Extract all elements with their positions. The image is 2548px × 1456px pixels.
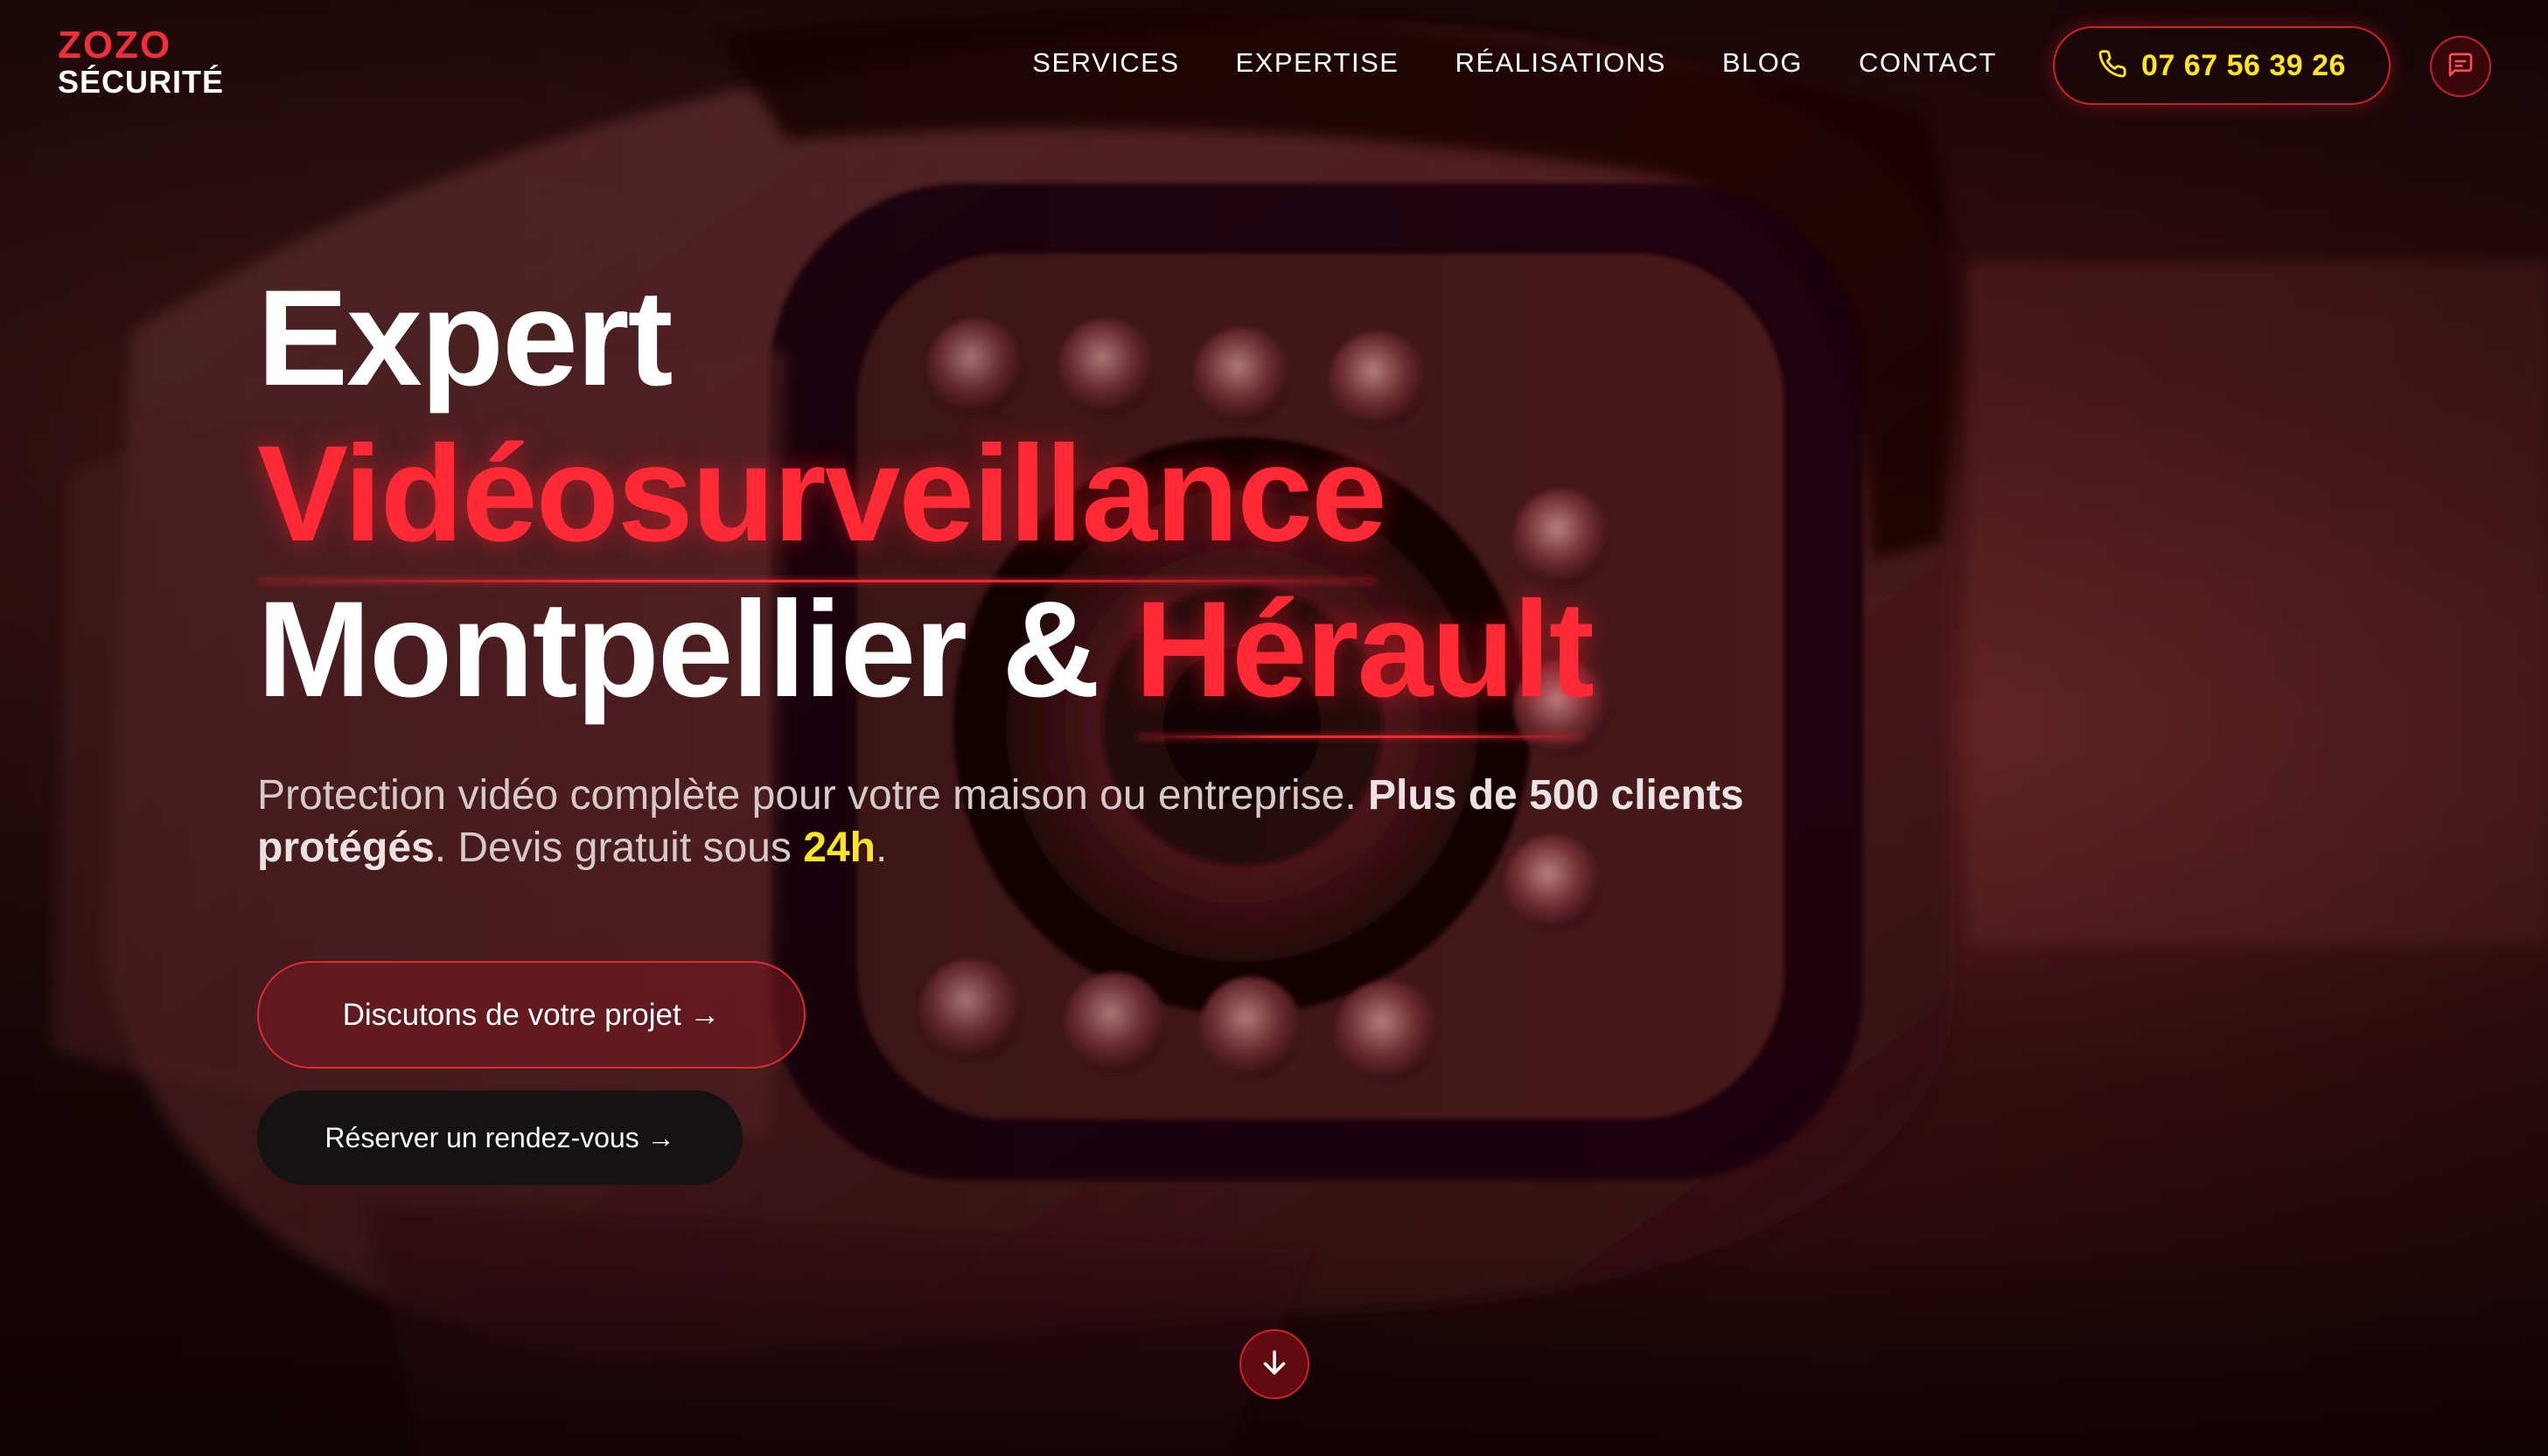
phone-number: 07 67 56 39 26 xyxy=(2141,48,2346,82)
hero-title-line2: Vidéosurveillance xyxy=(257,416,1593,582)
hero-subtitle-delay: 24h xyxy=(803,825,876,871)
hero-title-location: Montpellier & xyxy=(257,574,1135,726)
hero-title: Expert Vidéosurveillance Montpellier & H… xyxy=(257,261,1595,738)
nav-item-realisations[interactable]: RÉALISATIONS xyxy=(1455,47,1665,79)
hero-title-highlight: Vidéosurveillance xyxy=(257,418,1387,582)
hero-subtitle-part2: . Devis gratuit sous xyxy=(434,825,804,871)
logo[interactable]: ZOZO SÉCURITÉ xyxy=(58,26,224,98)
hero-title-line1: Expert xyxy=(257,262,674,415)
hero-subtitle: Protection vidéo complète pour votre mai… xyxy=(257,770,1744,874)
arrow-down-icon xyxy=(1259,1347,1290,1383)
page: ZOZO SÉCURITÉ SERVICES EXPERTISE RÉALISA… xyxy=(0,0,2548,1456)
nav-item-contact[interactable]: CONTACT xyxy=(1859,47,1997,79)
logo-name-bottom: SÉCURITÉ xyxy=(58,64,225,100)
logo-name-top: ZOZO xyxy=(58,24,172,66)
phone-icon xyxy=(2098,49,2127,83)
book-appointment-button[interactable]: Réserver un rendez-vous → xyxy=(257,1090,743,1185)
discuss-project-button[interactable]: Discutons de votre projet → xyxy=(257,961,806,1069)
hero-title-region: Hérault xyxy=(1134,574,1595,738)
scroll-down-button[interactable] xyxy=(1239,1329,1309,1399)
hero-subtitle-part3: . xyxy=(875,825,888,871)
background-overlay xyxy=(0,0,2548,1456)
main-nav: SERVICES EXPERTISE RÉALISATIONS BLOG CON… xyxy=(1032,47,1997,79)
hero-subtitle-part1: Protection vidéo complète pour votre mai… xyxy=(257,772,1369,819)
nav-item-expertise[interactable]: EXPERTISE xyxy=(1236,47,1400,79)
chat-icon xyxy=(2447,51,2475,83)
hero-title-line3: Montpellier & Hérault xyxy=(257,572,1595,738)
phone-button[interactable]: 07 67 56 39 26 xyxy=(2053,26,2391,105)
nav-item-services[interactable]: SERVICES xyxy=(1032,47,1179,79)
nav-item-blog[interactable]: BLOG xyxy=(1722,47,1803,79)
chat-button[interactable] xyxy=(2430,36,2491,97)
